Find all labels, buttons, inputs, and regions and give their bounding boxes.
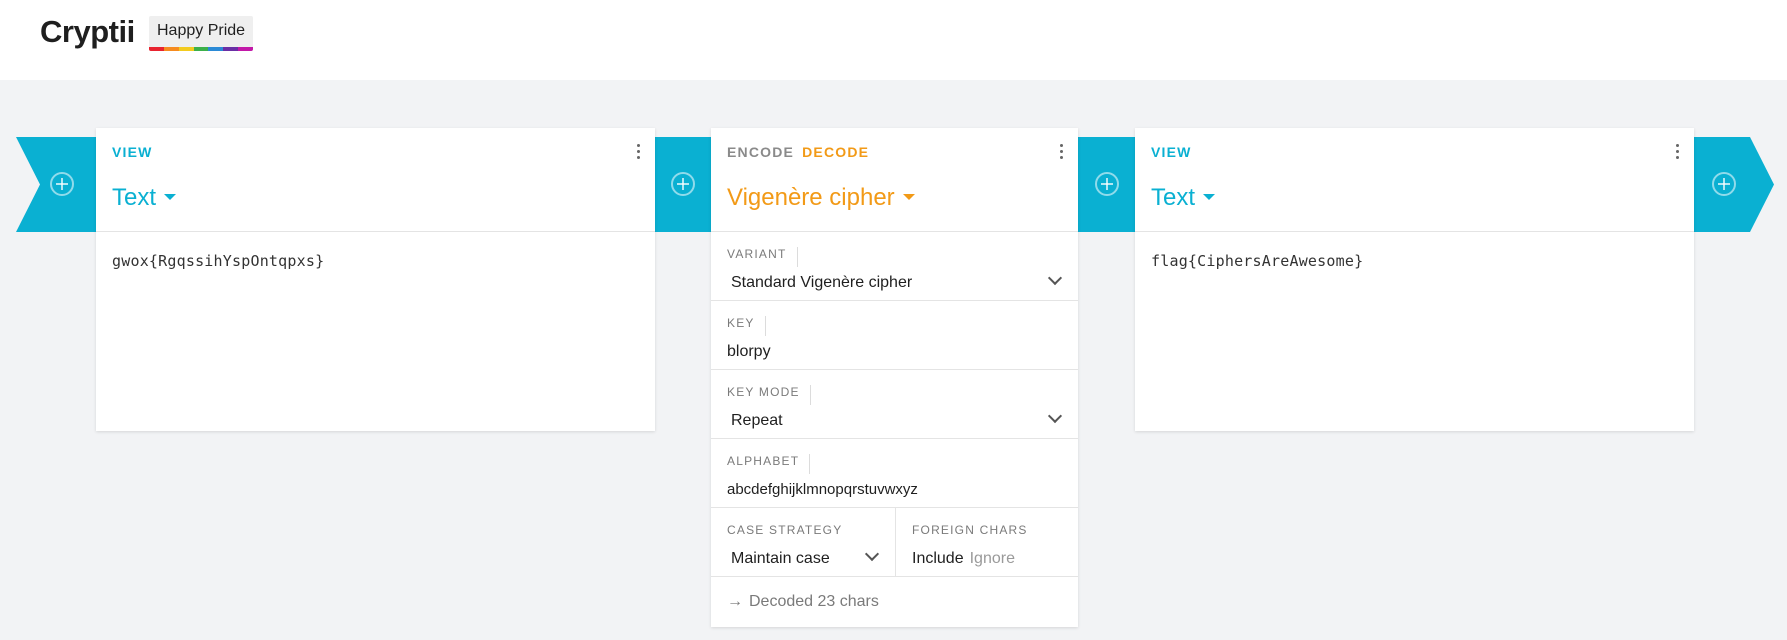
add-brick-button-end[interactable] (1712, 172, 1736, 196)
status-bar: → Decoded 23 chars (711, 577, 1078, 627)
caret-down-icon (164, 193, 177, 200)
variant-select[interactable]: VARIANT Standard Vigenère cipher (711, 232, 1078, 301)
foreign-chars-ignore[interactable]: Ignore (970, 550, 1015, 567)
brick-title-dropdown[interactable]: Text (112, 184, 177, 212)
foreign-chars-options: Include Ignore (912, 550, 1021, 568)
alphabet-label: ALPHABET (727, 454, 811, 474)
more-vertical-icon[interactable] (1674, 144, 1680, 162)
brick-header: ENCODE DECODE Vigenère cipher (711, 128, 1078, 232)
pipe-segment-1 (655, 137, 711, 232)
right-text-view: VIEW Text flag{CiphersAreAwesome} (1135, 128, 1694, 431)
arrow-right-icon: → (727, 593, 743, 610)
left-text-view: VIEW Text gwox{RgqssihYspOntqpxs} (96, 128, 655, 431)
key-label: KEY (727, 316, 766, 336)
pipe-segment-2 (1078, 137, 1135, 232)
pride-stripe (149, 47, 254, 51)
pride-stripe-color (163, 47, 179, 51)
encoder-title: Vigenère cipher (727, 184, 895, 211)
case-foreign-row: CASE STRATEGY Maintain case FOREIGN CHAR… (711, 508, 1078, 577)
app-header: Cryptii Happy Pride (0, 0, 1787, 80)
caret-down-icon (902, 193, 915, 200)
decode-toggle[interactable]: DECODE (802, 144, 869, 160)
text-content-input[interactable]: flag{CiphersAreAwesome} (1135, 232, 1694, 290)
brick-title-dropdown[interactable]: Text (1151, 184, 1216, 212)
chevron-down-icon (1047, 270, 1063, 286)
alphabet-value[interactable]: abcdefghijklmnopqrstuvwxyz (727, 481, 918, 498)
foreign-chars-label: FOREIGN CHARS (912, 523, 1028, 537)
pride-stripe-color (178, 47, 194, 51)
caret-down-icon (1203, 193, 1216, 200)
add-brick-button-2[interactable] (1095, 172, 1119, 196)
more-vertical-icon[interactable] (1058, 144, 1064, 162)
key-value[interactable]: blorpy (727, 343, 771, 361)
status-text: Decoded 23 chars (749, 593, 879, 610)
pride-stripe-color (223, 47, 239, 51)
add-brick-button-start[interactable] (50, 172, 74, 196)
variant-label: VARIANT (727, 247, 798, 267)
text-content-input[interactable]: gwox{RgqssihYspOntqpxs} (96, 232, 655, 290)
key-mode-label: KEY MODE (727, 385, 811, 405)
pride-stripe-color (208, 47, 224, 51)
key-field[interactable]: KEY blorpy (711, 301, 1078, 370)
more-vertical-icon[interactable] (635, 144, 641, 162)
brick-kind-label: VIEW (112, 144, 153, 160)
brick-header: VIEW Text (1135, 128, 1694, 232)
pride-badge[interactable]: Happy Pride (149, 16, 254, 51)
pipe-start (16, 137, 96, 232)
app-logo[interactable]: Cryptii (40, 14, 135, 50)
foreign-chars-toggle: FOREIGN CHARS Include Ignore (896, 508, 1078, 577)
variant-value: Standard Vigenère cipher (731, 274, 913, 291)
pride-stripe-color (238, 47, 254, 51)
case-strategy-value: Maintain case (731, 550, 830, 567)
add-brick-button-1[interactable] (671, 172, 695, 196)
case-strategy-label: CASE STRATEGY (727, 523, 843, 537)
brick-header: VIEW Text (96, 128, 655, 232)
brick-title: Text (112, 184, 157, 211)
key-mode-select[interactable]: KEY MODE Repeat (711, 370, 1078, 439)
key-mode-value: Repeat (731, 412, 783, 429)
case-strategy-select[interactable]: CASE STRATEGY Maintain case (711, 508, 896, 577)
encode-toggle[interactable]: ENCODE (727, 144, 794, 160)
brick-title: Text (1151, 184, 1196, 211)
chevron-down-icon (1047, 408, 1063, 424)
pride-stripe-color (149, 47, 164, 51)
pride-stripe-color (193, 47, 209, 51)
encoder-title-dropdown[interactable]: Vigenère cipher (727, 184, 915, 212)
pipe-end (1694, 137, 1774, 232)
pride-badge-label: Happy Pride (157, 22, 246, 39)
foreign-chars-include[interactable]: Include (912, 550, 964, 567)
alphabet-field[interactable]: ALPHABET abcdefghijklmnopqrstuvwxyz (711, 439, 1078, 508)
brick-kind-label: VIEW (1151, 144, 1192, 160)
vigenere-encoder: ENCODE DECODE Vigenère cipher VARIANT Sta… (711, 128, 1078, 627)
chevron-down-icon (864, 546, 880, 562)
mode-toggle: ENCODE DECODE (727, 144, 869, 160)
